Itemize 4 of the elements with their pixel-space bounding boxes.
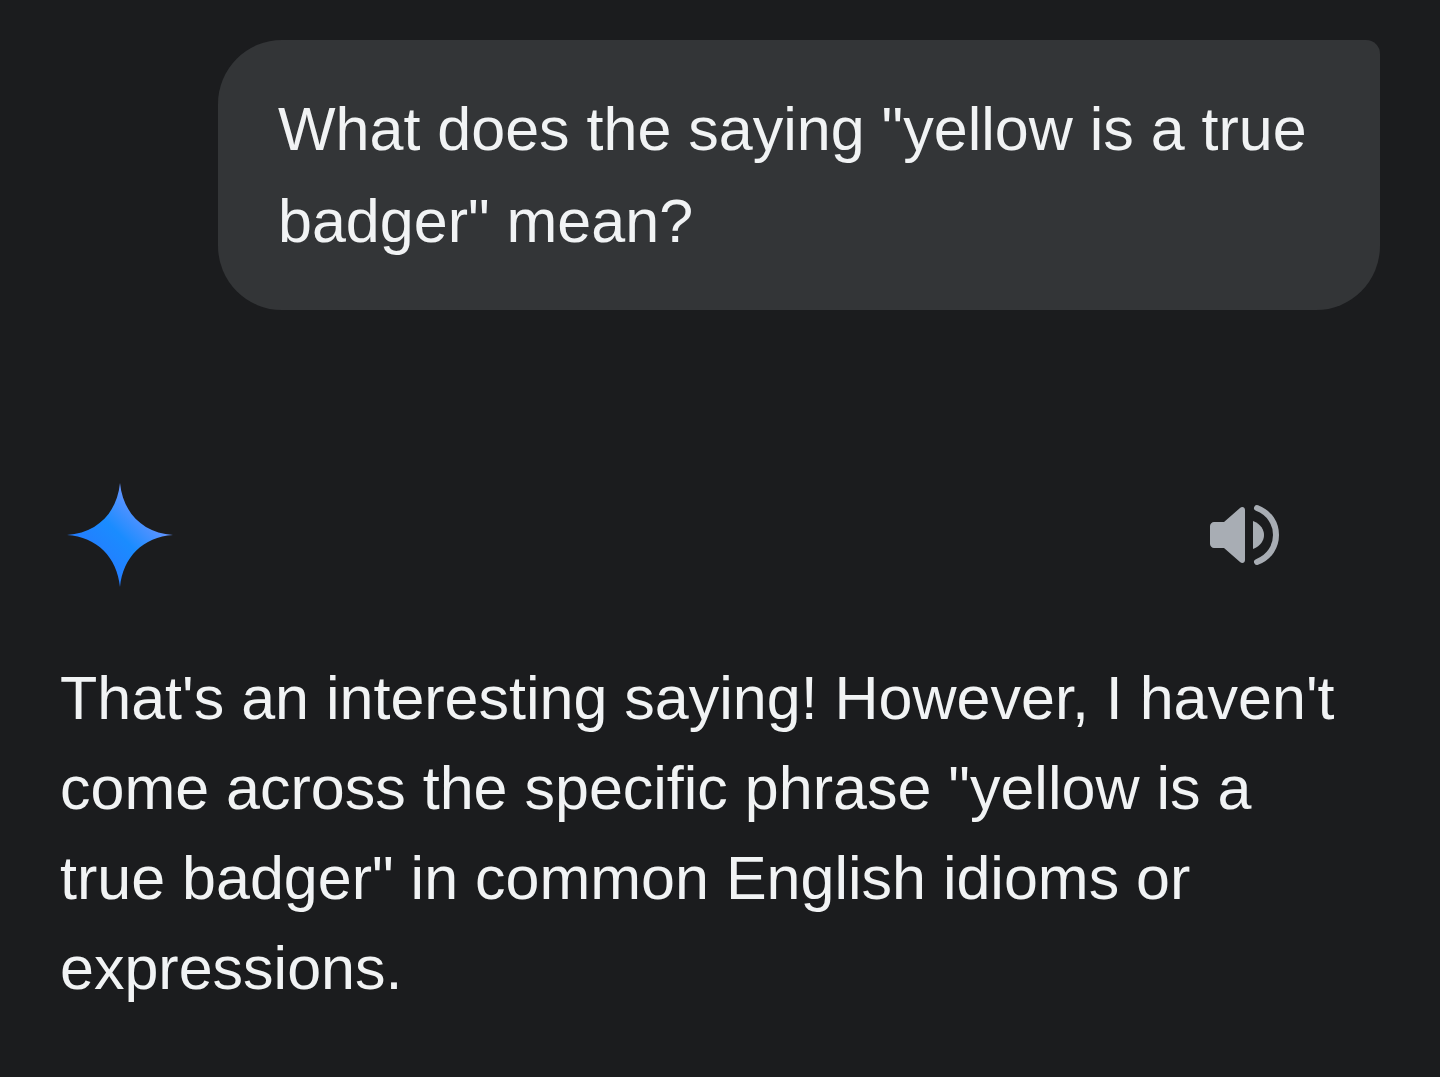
user-message-text: What does the saying "yellow is a true badger" mean? [278,94,1308,257]
speaker-icon[interactable] [1210,504,1280,566]
sparkle-icon [67,483,173,587]
response-text: That's an interesting saying! However, I haven't come across the specific phrase "yellow is a true badger" in common English idioms or expressions. [60,663,1336,1004]
